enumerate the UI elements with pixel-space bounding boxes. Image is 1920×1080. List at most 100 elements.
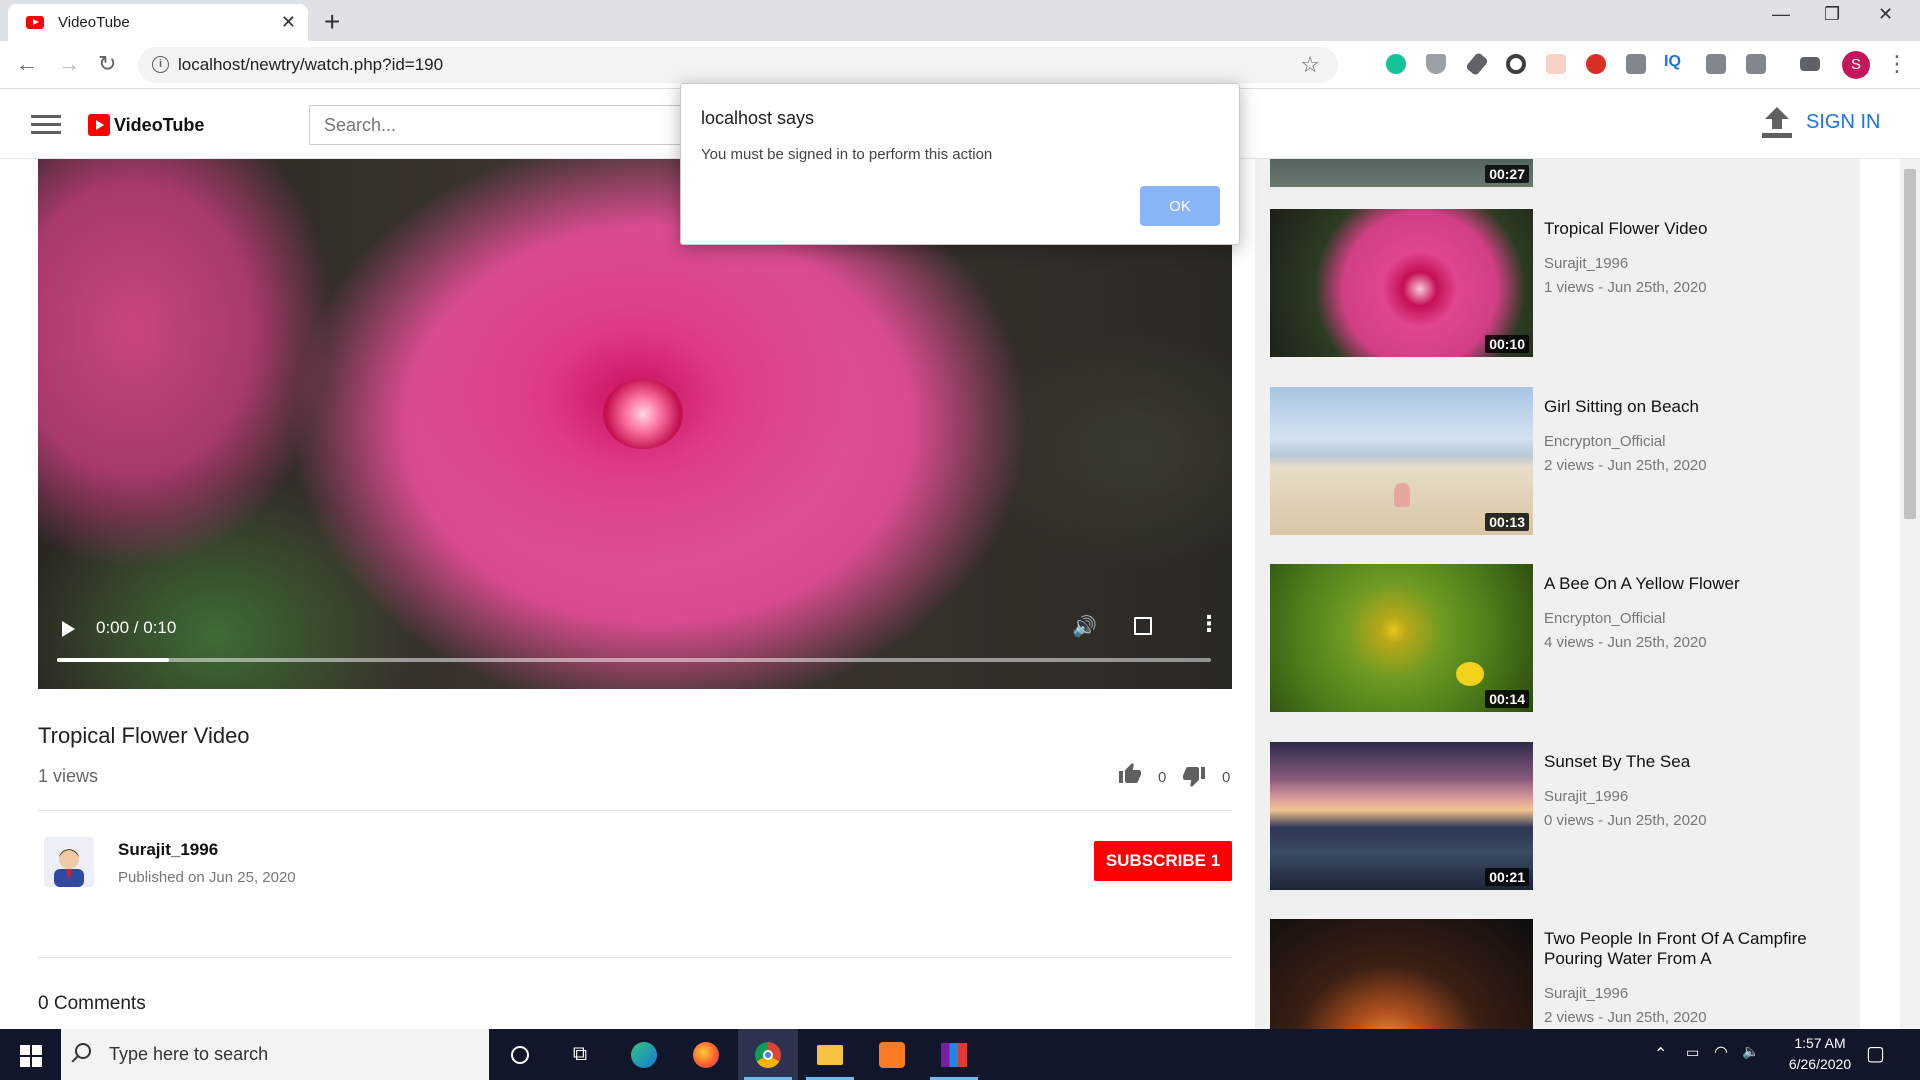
notifications-icon[interactable]: ▢: [1866, 1041, 1885, 1066]
iq-extension-icon[interactable]: IQ: [1664, 53, 1684, 73]
video-thumbnail: 00:13: [1270, 387, 1533, 535]
media-control-icon[interactable]: [1800, 57, 1820, 71]
suggested-videos: 00:27 00:10 Tropical Flower Video Suraji…: [1255, 159, 1860, 1029]
info-icon[interactable]: i: [152, 56, 169, 73]
profile-avatar[interactable]: S: [1842, 51, 1870, 79]
record-extension-icon[interactable]: [1506, 54, 1526, 74]
tb-extension-icon[interactable]: [1626, 54, 1646, 74]
battery-icon[interactable]: ▭: [1686, 1044, 1699, 1061]
url-text: localhost/newtry/watch.php?id=190: [178, 55, 444, 74]
channel-avatar[interactable]: [44, 837, 94, 887]
suggested-video[interactable]: 00:14 A Bee On A Yellow Flower Encrypton…: [1270, 564, 1850, 712]
thumbs-down-icon[interactable]: [1182, 764, 1206, 788]
wifi-icon[interactable]: ◠: [1714, 1042, 1728, 1062]
dislike-count: 0: [1222, 769, 1231, 786]
videotube-favicon-icon: [26, 16, 44, 29]
eyedropper-extension-icon[interactable]: [1465, 51, 1489, 77]
page-scrollbar[interactable]: [1900, 159, 1920, 1029]
video-thumbnail: 00:10: [1270, 209, 1533, 357]
hamburger-menu-icon[interactable]: [31, 115, 61, 135]
file-explorer-icon[interactable]: [800, 1029, 860, 1080]
calendar-extension-icon[interactable]: [1546, 54, 1566, 74]
comments-count: 0 Comments: [38, 993, 146, 1014]
yellow-flower: [1456, 662, 1484, 686]
suggested-video-title[interactable]: Tropical Flower Video: [1544, 219, 1844, 239]
play-icon[interactable]: [62, 621, 75, 637]
sign-in-link[interactable]: SIGN IN: [1806, 111, 1880, 134]
dialog-ok-button[interactable]: OK: [1140, 186, 1220, 226]
divider: [38, 810, 1232, 811]
chrome-icon[interactable]: [738, 1029, 798, 1080]
suggested-video-title[interactable]: A Bee On A Yellow Flower: [1544, 574, 1844, 594]
reload-icon[interactable]: ↻: [98, 51, 116, 77]
suggested-video[interactable]: 00:21 Sunset By The Sea Surajit_1996 0 v…: [1270, 742, 1850, 890]
suggested-video-partial[interactable]: 00:27: [1270, 159, 1850, 187]
divider: [38, 957, 1232, 958]
address-bar[interactable]: i localhost/newtry/watch.php?id=190 ☆: [138, 47, 1338, 83]
suggested-video-title[interactable]: Girl Sitting on Beach: [1544, 397, 1844, 417]
video-time: 0:00 / 0:10: [96, 618, 177, 637]
new-tab-icon[interactable]: +: [324, 6, 340, 38]
taskbar-time[interactable]: 1:57 AM: [1772, 1035, 1868, 1051]
close-tab-icon[interactable]: ✕: [281, 12, 296, 33]
xampp-icon[interactable]: [862, 1029, 922, 1080]
search-icon: [75, 1043, 91, 1059]
video-thumbnail: [1270, 919, 1533, 1029]
taskbar-date[interactable]: 6/26/2020: [1772, 1056, 1868, 1072]
grammarly-extension-icon[interactable]: [1386, 54, 1406, 74]
video-progress-fill: [57, 658, 169, 662]
player-more-icon[interactable]: ⋮: [1198, 611, 1220, 637]
suggested-video-title[interactable]: Sunset By The Sea: [1544, 752, 1844, 772]
cortana-icon[interactable]: [490, 1029, 550, 1080]
video-title: Tropical Flower Video: [38, 723, 250, 748]
windows-taskbar: Type here to search ⧉ ⌃ ▭ ◠ 🔈 1:57 AM 6/…: [0, 1029, 1920, 1080]
fullscreen-icon[interactable]: [1134, 617, 1152, 635]
subscribe-button[interactable]: SUBSCRIBE 1: [1094, 841, 1232, 881]
upload-icon[interactable]: [1760, 105, 1794, 141]
restore-icon[interactable]: ❐: [1824, 4, 1840, 25]
suggested-video-title[interactable]: Two People In Front Of A Campfire Pourin…: [1544, 929, 1844, 969]
suggested-video-channel: Encrypton_Official: [1544, 610, 1666, 627]
video-progress-bar[interactable]: [57, 658, 1211, 662]
tab-title: VideoTube: [58, 14, 130, 31]
taskbar-search[interactable]: Type here to search: [61, 1029, 489, 1080]
video-thumbnail: 00:14: [1270, 564, 1533, 712]
dialog-title: localhost says: [701, 108, 815, 128]
volume-tray-icon[interactable]: 🔈: [1742, 1043, 1759, 1060]
edge-icon[interactable]: [614, 1029, 674, 1080]
publish-date: Published on Jun 25, 2020: [118, 869, 296, 886]
suggested-video-meta: 1 views - Jun 25th, 2020: [1544, 279, 1707, 296]
back-icon[interactable]: ←: [16, 51, 38, 77]
red-extension-icon[interactable]: [1586, 54, 1606, 74]
video-thumbnail: 00:21: [1270, 742, 1533, 890]
video-extension-icon[interactable]: [1706, 54, 1726, 74]
task-view-icon[interactable]: ⧉: [550, 1029, 610, 1080]
volume-icon[interactable]: 🔊: [1072, 614, 1097, 639]
suggested-video[interactable]: 00:10 Tropical Flower Video Surajit_1996…: [1270, 209, 1850, 357]
firefox-icon[interactable]: [676, 1029, 736, 1080]
scrollbar-thumb[interactable]: [1904, 169, 1916, 519]
suggested-video-meta: 2 views - Jun 25th, 2020: [1544, 457, 1707, 474]
browser-tab[interactable]: VideoTube ✕: [8, 4, 308, 41]
tray-chevron-icon[interactable]: ⌃: [1654, 1044, 1667, 1064]
site-logo[interactable]: VideoTube: [88, 114, 204, 136]
suggested-video-channel: Surajit_1996: [1544, 788, 1629, 805]
logo-text: VideoTube: [114, 114, 205, 135]
bookmark-star-icon[interactable]: ☆: [1300, 52, 1320, 78]
suggested-video[interactable]: Two People In Front Of A Campfire Pourin…: [1270, 919, 1850, 1029]
winrar-icon[interactable]: [924, 1029, 984, 1080]
minimize-icon[interactable]: —: [1772, 4, 1790, 25]
close-window-icon[interactable]: ✕: [1878, 4, 1893, 25]
windows-start-icon[interactable]: [20, 1045, 42, 1067]
camera-extension-icon[interactable]: [1746, 54, 1766, 74]
shield-extension-icon[interactable]: [1426, 54, 1446, 74]
forward-icon[interactable]: →: [58, 51, 80, 77]
suggested-video[interactable]: 00:13 Girl Sitting on Beach Encrypton_Of…: [1270, 387, 1850, 535]
video-thumbnail: 00:27: [1270, 159, 1533, 187]
like-count: 0: [1158, 769, 1167, 786]
channel-name[interactable]: Surajit_1996: [118, 840, 218, 860]
flower-center: [603, 379, 683, 449]
thumbs-up-icon[interactable]: [1118, 762, 1142, 786]
suggested-video-channel: Surajit_1996: [1544, 255, 1629, 272]
browser-menu-icon[interactable]: ⋮: [1886, 51, 1908, 77]
